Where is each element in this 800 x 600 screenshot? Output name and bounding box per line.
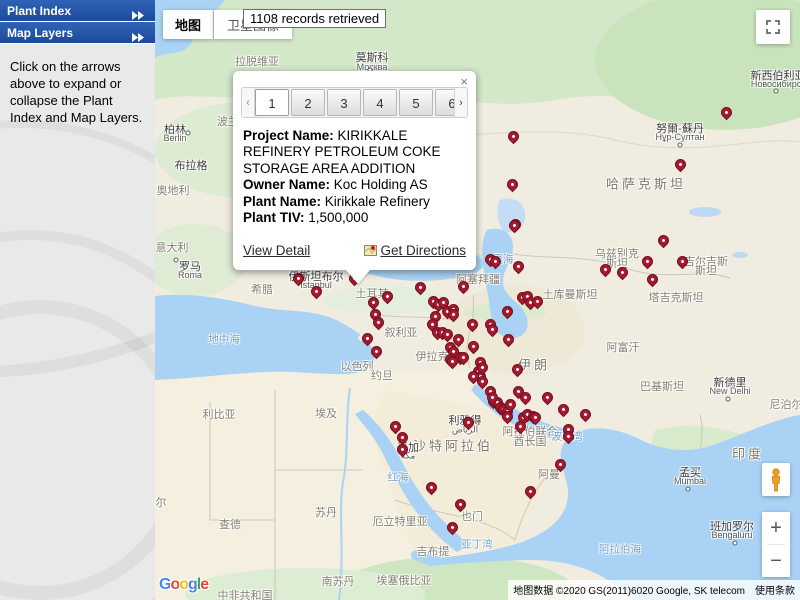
map-label: 拉脱维亚 — [235, 53, 279, 69]
map-label: Bengaluru — [711, 530, 752, 540]
city-dot — [186, 131, 191, 136]
pager-next-button[interactable]: › — [454, 88, 467, 117]
map-label: 阿富汗 — [607, 339, 640, 355]
map-label: 希腊 — [251, 281, 273, 297]
attribution-text: 地图数据 ©2020 GS(2011)6020 Google, SK telec… — [513, 582, 745, 597]
map-label: 地中海 — [208, 332, 240, 347]
infowindow-links: View Detail Get Directions — [233, 227, 476, 258]
zoom-control: + − — [762, 512, 790, 577]
map-label: 吉布提 — [417, 543, 450, 559]
map-canvas[interactable]: 拉脱维亚莫斯科Москва柏林Berlin波兰布拉格奥地利罗马尼亚意大利罗马Ro… — [155, 0, 800, 600]
map-label: 土库曼斯坦 — [543, 286, 598, 302]
city-dot — [774, 89, 779, 94]
map-label: 苏丹 — [315, 504, 337, 520]
zoom-in-button[interactable]: + — [762, 512, 790, 544]
map-view-button[interactable]: 地图 — [163, 10, 213, 39]
map-label: 亚丁湾 — [461, 537, 493, 552]
terms-of-use-link[interactable]: 使用条款 — [755, 582, 795, 597]
map-label: Roma — [178, 270, 202, 280]
map-label: 意大利 — [156, 239, 189, 255]
infowindow-field: Owner Name: Koc Holding AS — [243, 177, 466, 193]
pegman-button[interactable] — [762, 463, 790, 496]
infowindow-field: Plant TIV: 1,500,000 — [243, 210, 466, 226]
records-retrieved-tooltip: 1108 records retrieved — [243, 9, 386, 28]
map-label: 布拉格 — [175, 157, 208, 173]
map-label: 约旦 — [371, 367, 393, 383]
map-label: 利比亚 — [203, 406, 236, 422]
city-dot — [174, 258, 179, 263]
infowindow-page-5[interactable]: 5 — [399, 89, 433, 116]
map-label: 红海 — [388, 470, 409, 485]
infowindow-tail — [346, 270, 370, 284]
google-logo[interactable]: Google — [159, 576, 208, 594]
map-label: Mumbai — [674, 476, 706, 486]
city-dot — [686, 487, 691, 492]
map-label: 塔吉克斯坦 — [649, 289, 704, 305]
map-label: 巴基斯坦 — [640, 378, 684, 394]
zoom-out-button[interactable]: − — [762, 545, 790, 577]
map-label: 查德 — [219, 516, 241, 532]
map-label: 酋长国 — [514, 433, 547, 449]
map-label: 印度 — [732, 444, 764, 463]
infowindow-page-1[interactable]: 1 — [255, 89, 289, 116]
map-label: 厄立特里亚 — [373, 513, 428, 529]
city-dot — [678, 143, 683, 148]
map-label: 也门 — [461, 508, 483, 524]
directions-map-icon — [364, 244, 377, 257]
map-label: 沙特阿拉伯 — [413, 436, 493, 455]
application-window: Plant Index Map Layers Click on the arro… — [0, 0, 800, 600]
map-label: Новосибирск — [751, 79, 800, 89]
map-label: New Delhi — [709, 386, 750, 396]
sidebar-item-plant-index[interactable]: Plant Index — [0, 0, 155, 22]
map-label: 斯坦 — [695, 262, 717, 278]
sidebar: Plant Index Map Layers Click on the arro… — [0, 0, 155, 600]
map-label: Нұр-Султан — [655, 132, 704, 142]
infowindow-pager: ‹ 123456 › — [241, 87, 468, 118]
map-label: 奥地利 — [157, 182, 190, 198]
fullscreen-button[interactable] — [756, 10, 790, 44]
fullscreen-icon — [765, 19, 781, 35]
map-label: 哈萨克斯坦 — [606, 174, 686, 193]
infowindow-page-4[interactable]: 4 — [363, 89, 397, 116]
city-dot — [733, 541, 738, 546]
infowindow-body: Project Name: KIRIKKALE REFINERY PETROLE… — [233, 126, 476, 227]
map-attribution: 地图数据 ©2020 GS(2011)6020 Google, SK telec… — [508, 580, 800, 600]
city-dot — [726, 397, 731, 402]
map-label: 尔 — [156, 494, 167, 510]
map-label: 中非共和国 — [218, 587, 273, 600]
infowindow-field: Project Name: KIRIKKALE REFINERY PETROLE… — [243, 128, 466, 177]
pegman-icon — [768, 468, 784, 492]
map-label: 叙利亚 — [385, 324, 418, 340]
infowindow-page-3[interactable]: 3 — [327, 89, 361, 116]
infowindow: × ‹ 123456 › Project Name: KIRIKKALE REF… — [233, 71, 476, 270]
view-detail-link[interactable]: View Detail — [243, 243, 310, 258]
sidebar-item-map-layers[interactable]: Map Layers — [0, 22, 155, 44]
map-layers-label: Map Layers — [7, 26, 73, 40]
sidebar-instructions: Click on the arrows above to expand or c… — [10, 58, 147, 127]
infowindow-field: Plant Name: Kirikkale Refinery — [243, 194, 466, 210]
map-label: 阿拉伯海 — [599, 542, 641, 557]
map-label: 尼泊尔 — [770, 396, 800, 412]
map-label: 埃塞俄比亚 — [377, 572, 432, 588]
map-label: 南苏丹 — [322, 573, 355, 589]
map-label: 埃及 — [315, 405, 337, 421]
plant-index-label: Plant Index — [7, 4, 71, 18]
expand-collapse-arrows-icon[interactable] — [131, 27, 145, 49]
map-label: 伊拉克 — [416, 348, 449, 364]
infowindow-page-2[interactable]: 2 — [291, 89, 325, 116]
map-label: Berlin — [163, 133, 186, 143]
get-directions-link[interactable]: Get Directions — [364, 243, 466, 258]
pager-prev-button[interactable]: ‹ — [242, 88, 255, 117]
map-label: 以色列 — [341, 358, 374, 374]
